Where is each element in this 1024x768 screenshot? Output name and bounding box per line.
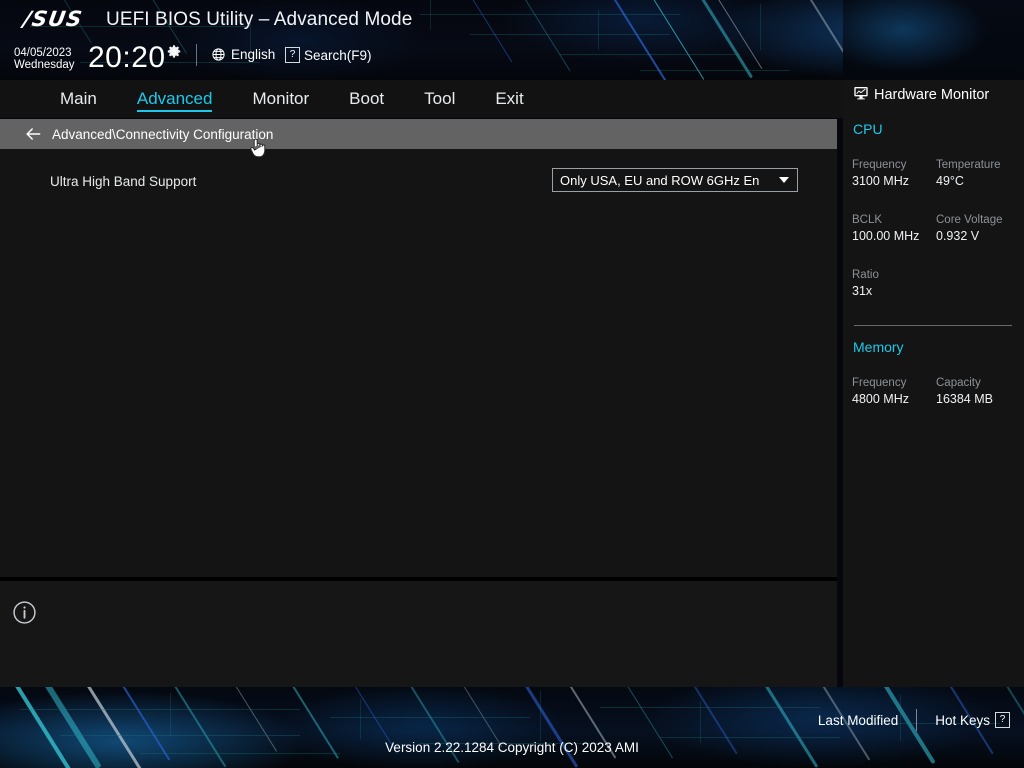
last-modified-label: Last Modified — [818, 713, 898, 728]
hardware-monitor-panel: Hardware Monitor CPU Frequency 3100 MHz … — [843, 80, 1024, 687]
help-panel — [0, 581, 837, 687]
hw-section-cpu: CPU — [853, 121, 883, 137]
hw-key: BCLK — [852, 213, 938, 228]
breadcrumb[interactable]: Advanced\Connectivity Configuration — [0, 119, 837, 149]
hw-key: Core Voltage — [936, 213, 1022, 228]
hw-section-memory: Memory — [853, 339, 904, 355]
hot-keys-label: Hot Keys — [935, 713, 990, 728]
tab-advanced[interactable]: Advanced — [117, 80, 233, 118]
hw-value: 31x — [852, 283, 938, 300]
hw-value: 16384 MB — [936, 391, 1022, 408]
question-box-icon: ? — [285, 47, 300, 63]
hw-key: Frequency — [852, 158, 938, 173]
ultra-high-band-support-dropdown[interactable]: Only USA, EU and ROW 6GHz En — [552, 168, 798, 192]
asus-logo: /SUS — [12, 8, 93, 30]
info-circle-icon[interactable] — [12, 600, 37, 625]
hw-item-core-voltage: Core Voltage 0.932 V — [936, 213, 1022, 245]
language-selector[interactable]: English — [211, 47, 275, 62]
hw-item-cpu-temperature: Temperature 49°C — [936, 158, 1022, 190]
decorative-circuit-line — [660, 737, 840, 738]
breadcrumb-path: Advanced\Connectivity Configuration — [52, 127, 273, 142]
hw-value: 49°C — [936, 173, 1022, 190]
hw-key: Frequency — [852, 376, 938, 391]
tab-main[interactable]: Main — [40, 80, 117, 118]
last-modified-button[interactable]: Last Modified — [818, 713, 898, 728]
hw-key: Ratio — [852, 268, 938, 283]
hw-item-memory-frequency: Frequency 4800 MHz — [852, 376, 938, 408]
footer-divider — [916, 709, 917, 731]
arrow-left-icon[interactable] — [20, 121, 46, 147]
version-text: Version 2.22.1284 Copyright (C) 2023 AMI — [0, 740, 1024, 755]
language-label: English — [231, 47, 275, 62]
hw-item-ratio: Ratio 31x — [852, 268, 938, 300]
tab-monitor[interactable]: Monitor — [232, 80, 329, 118]
footer-actions: Last Modified Hot Keys ? — [0, 705, 1024, 735]
header-divider — [196, 44, 197, 66]
hot-keys-button[interactable]: Hot Keys ? — [935, 712, 1010, 728]
hardware-monitor-title: Hardware Monitor — [853, 85, 989, 105]
hw-item-memory-capacity: Capacity 16384 MB — [936, 376, 1022, 408]
date-display: 04/05/2023 Wednesday — [14, 47, 75, 71]
settings-panel: Ultra High Band Support Only USA, EU and… — [0, 149, 837, 577]
hw-key: Temperature — [936, 158, 1022, 173]
hw-divider — [854, 325, 1012, 326]
monitor-graph-icon — [853, 85, 869, 105]
bios-screen: /SUS UEFI BIOS Utility – Advanced Mode 0… — [0, 0, 1024, 768]
clock-value: 20:20 — [88, 41, 166, 75]
dropdown-value: Only USA, EU and ROW 6GHz En — [553, 173, 771, 188]
nav-tabs: MainAdvancedMonitorBootToolExit — [40, 80, 544, 118]
setting-row: Ultra High Band Support Only USA, EU and… — [0, 166, 837, 196]
hw-item-cpu-frequency: Frequency 3100 MHz — [852, 158, 938, 190]
hw-key: Capacity — [936, 376, 1022, 391]
hardware-monitor-label: Hardware Monitor — [874, 87, 989, 103]
hw-item-bclk: BCLK 100.00 MHz — [852, 213, 938, 245]
search-label: Search(F9) — [304, 48, 372, 63]
question-box-icon: ? — [995, 712, 1010, 728]
setting-label: Ultra High Band Support — [50, 174, 196, 189]
tab-boot[interactable]: Boot — [329, 80, 404, 118]
gear-icon[interactable] — [166, 44, 182, 60]
header: /SUS UEFI BIOS Utility – Advanced Mode 0… — [0, 0, 1024, 80]
globe-icon — [211, 47, 226, 62]
hw-value: 3100 MHz — [852, 173, 938, 190]
tab-tool[interactable]: Tool — [404, 80, 475, 118]
date-value: 04/05/2023 — [14, 47, 72, 59]
hw-value: 0.932 V — [936, 228, 1022, 245]
decorative-circuit-line — [60, 735, 300, 736]
search-button[interactable]: ? Search(F9) — [285, 47, 372, 63]
hw-value: 100.00 MHz — [852, 228, 938, 245]
tab-exit[interactable]: Exit — [475, 80, 543, 118]
weekday-value: Wednesday — [14, 59, 75, 71]
page-title: UEFI BIOS Utility – Advanced Mode — [106, 9, 412, 31]
hw-value: 4800 MHz — [852, 391, 938, 408]
chevron-down-icon[interactable] — [771, 177, 797, 183]
nav-bar: MainAdvancedMonitorBootToolExit — [0, 80, 843, 118]
